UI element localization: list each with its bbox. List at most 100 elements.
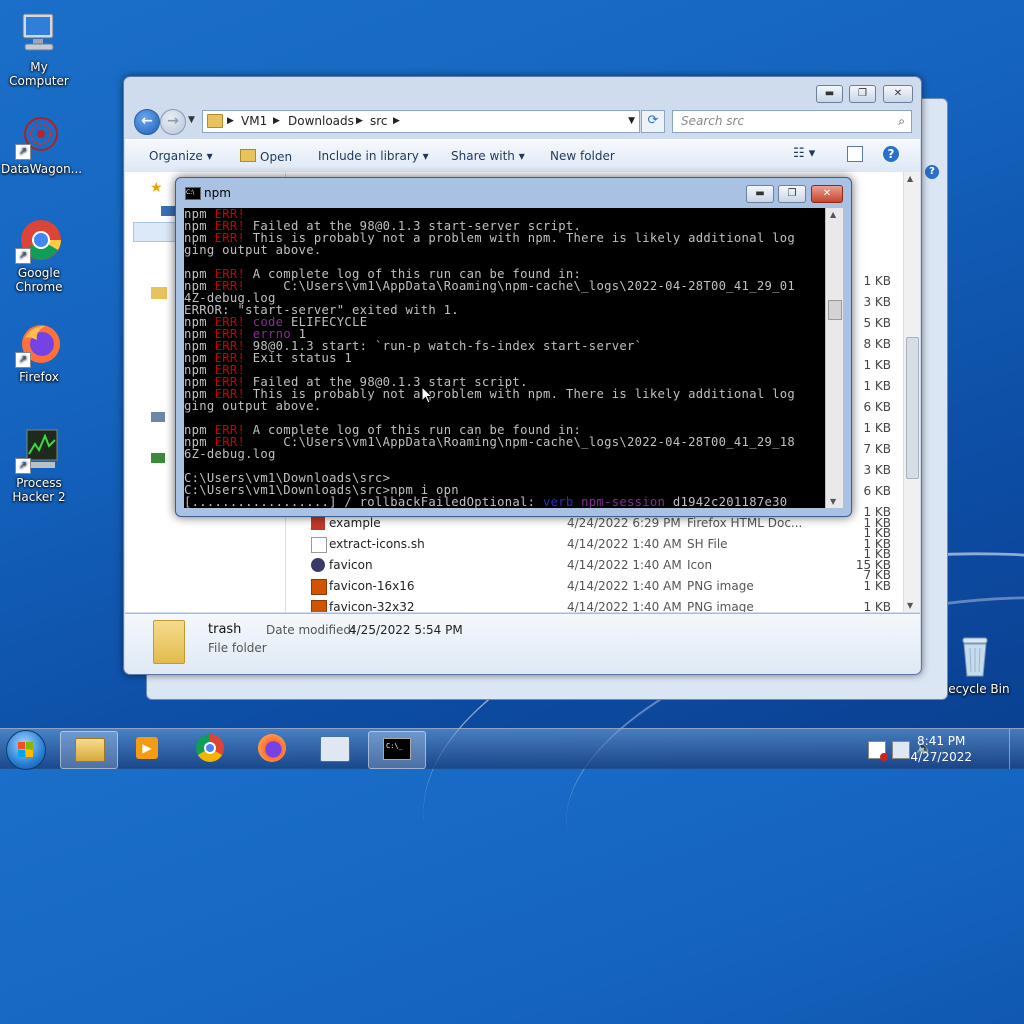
show-desktop-button[interactable]: [1009, 729, 1024, 769]
breadcrumb-src[interactable]: src: [370, 111, 388, 131]
file-size: 1 KB: [863, 537, 891, 551]
shortcut-arrow-icon: ↗: [15, 458, 31, 474]
network-icon[interactable]: [892, 741, 910, 759]
close-button[interactable]: ✕: [883, 85, 913, 103]
datawagon-icon: ↗: [15, 112, 63, 160]
refresh-button[interactable]: ⟳: [641, 110, 665, 133]
breadcrumb-separator-icon: ▶: [273, 116, 280, 126]
firefox-icon: ↗: [15, 320, 63, 368]
console-icon: C:\_: [383, 738, 411, 760]
html-file-icon: [311, 516, 325, 530]
breadcrumb-downloads[interactable]: Downloads: [288, 111, 354, 131]
minimize-button[interactable]: ▬: [816, 85, 843, 103]
back-button[interactable]: ←: [134, 109, 160, 135]
console-close-button[interactable]: ✕: [811, 185, 843, 203]
details-modified-value: 4/25/2022 5:54 PM: [349, 623, 463, 637]
control-panel-icon: [320, 736, 350, 762]
view-options-icon[interactable]: ☷ ▾: [793, 146, 815, 161]
console-line: [..................] / rollbackFailedOpt…: [184, 495, 788, 508]
ico-file-icon: [311, 558, 325, 572]
maximize-button[interactable]: ❐: [849, 85, 876, 103]
details-modified-label: Date modified:: [266, 623, 356, 637]
desktop-icon-label: Process Hacker 2: [12, 476, 66, 504]
desktop-icon-my-computer[interactable]: My Computer: [1, 10, 77, 88]
console-window[interactable]: C:\ npm ▬ ❐ ✕ npm ERR! npm ERR! Failed at…: [175, 177, 852, 517]
desktop-icon-process-hacker[interactable]: ↗ Process Hacker 2: [1, 426, 77, 504]
media-player-icon: ▶: [136, 737, 158, 759]
png-file-icon: [311, 579, 327, 595]
breadcrumb-separator-icon: ▶: [356, 116, 363, 126]
taskbar-chrome-button[interactable]: [182, 731, 238, 767]
explorer-icon: [75, 738, 105, 762]
action-center-icon[interactable]: [868, 741, 888, 761]
file-size: 1 KB: [863, 516, 891, 530]
breadcrumb-separator-icon: ▶: [227, 116, 234, 126]
details-name: trash: [208, 622, 242, 637]
search-icon: ⌕: [898, 114, 905, 128]
address-dropdown-icon[interactable]: ▼: [628, 111, 635, 131]
preview-pane-icon[interactable]: [847, 146, 863, 162]
libraries-icon: [151, 287, 167, 299]
details-type: File folder: [208, 641, 267, 655]
console-minimize-button[interactable]: ▬: [746, 185, 774, 203]
chrome-icon: [196, 734, 224, 762]
recent-pages-dropdown-icon[interactable]: ▼: [188, 115, 195, 125]
taskbar-console-button[interactable]: C:\_: [368, 731, 426, 769]
desktop-icon-google-chrome[interactable]: ↗ Google Chrome: [1, 216, 77, 294]
shortcut-arrow-icon: ↗: [15, 144, 31, 160]
console-title: npm: [204, 186, 231, 200]
png-file-icon: [311, 600, 327, 612]
firefox-icon: [258, 734, 286, 762]
network-icon: [151, 453, 165, 463]
details-pane: trash Date modified: 4/25/2022 5:54 PM F…: [125, 613, 920, 674]
clock-time: 8:41 PM: [917, 734, 966, 748]
console-scrollbar[interactable]: ▲ ▼: [826, 208, 843, 508]
open-folder-icon: [240, 149, 256, 162]
new-folder-button[interactable]: New folder: [550, 149, 615, 163]
scroll-down-arrow-icon[interactable]: ▼: [830, 497, 836, 506]
scrollbar-thumb[interactable]: [828, 300, 842, 320]
file-size: 15 KB: [855, 558, 891, 572]
breadcrumb-vm1[interactable]: VM1: [241, 111, 267, 131]
desktop-icon-datawagon[interactable]: ↗ DataWagon...: [1, 112, 82, 176]
taskbar-firefox-button[interactable]: [244, 731, 300, 767]
console-output[interactable]: npm ERR! npm ERR! Failed at the 98@0.1.3 …: [184, 208, 825, 508]
desktop-icon-label: Recycle Bin: [940, 682, 1010, 696]
explorer-titlebar[interactable]: [124, 77, 921, 107]
scroll-down-arrow-icon[interactable]: ▼: [907, 601, 913, 610]
desktop-icon-label: Firefox: [19, 370, 59, 384]
scrollbar-thumb[interactable]: [906, 337, 919, 479]
shortcut-arrow-icon: ↗: [15, 248, 31, 264]
mouse-cursor-icon: [421, 385, 434, 407]
desktop-icon-firefox[interactable]: ↗ Firefox: [1, 320, 77, 384]
taskbar-media-player-button[interactable]: ▶: [119, 731, 175, 767]
chrome-icon: ↗: [15, 216, 63, 264]
scroll-up-arrow-icon[interactable]: ▲: [830, 210, 836, 219]
organize-button[interactable]: Organize ▾: [149, 149, 213, 163]
taskbar-control-panel-button[interactable]: [306, 731, 362, 767]
share-with-button[interactable]: Share with ▾: [451, 149, 525, 163]
process-hacker-icon: ↗: [15, 426, 63, 474]
open-button[interactable]: Open: [240, 149, 292, 164]
search-input[interactable]: Search src ⌕: [672, 110, 912, 133]
file-size: 1 KB: [863, 579, 891, 593]
taskbar-explorer-button[interactable]: [60, 731, 118, 769]
file-list-scrollbar[interactable]: ▲ ▼: [903, 172, 920, 612]
clock[interactable]: 8:41 PM 4/27/2022: [910, 733, 972, 765]
scroll-up-arrow-icon[interactable]: ▲: [907, 174, 913, 183]
desktop-icon-recycle-bin[interactable]: Recycle Bin: [937, 632, 1013, 696]
taskbar: ▶ C:\_ 🔈 8:41 PM 4/27/2022: [0, 728, 1024, 770]
search-placeholder: Search src: [681, 114, 745, 128]
address-bar[interactable]: ▶ VM1 ▶ Downloads ▶ src ▶ ▼: [202, 110, 640, 133]
breadcrumb-separator-icon: ▶: [393, 116, 400, 126]
forward-button[interactable]: →: [160, 109, 186, 135]
help-icon[interactable]: ?: [883, 146, 899, 162]
computer-icon: [151, 412, 165, 422]
console-line: npm ERR! C:\Users\vm1\AppData\Roaming\np…: [184, 279, 796, 293]
console-line: 6Z-debug.log: [184, 447, 276, 461]
desktop-icon-label: My Computer: [9, 60, 69, 88]
help-icon[interactable]: ?: [925, 165, 939, 179]
include-in-library-button[interactable]: Include in library ▾: [318, 149, 429, 163]
start-button[interactable]: [6, 730, 46, 770]
console-maximize-button[interactable]: ❐: [778, 185, 806, 203]
